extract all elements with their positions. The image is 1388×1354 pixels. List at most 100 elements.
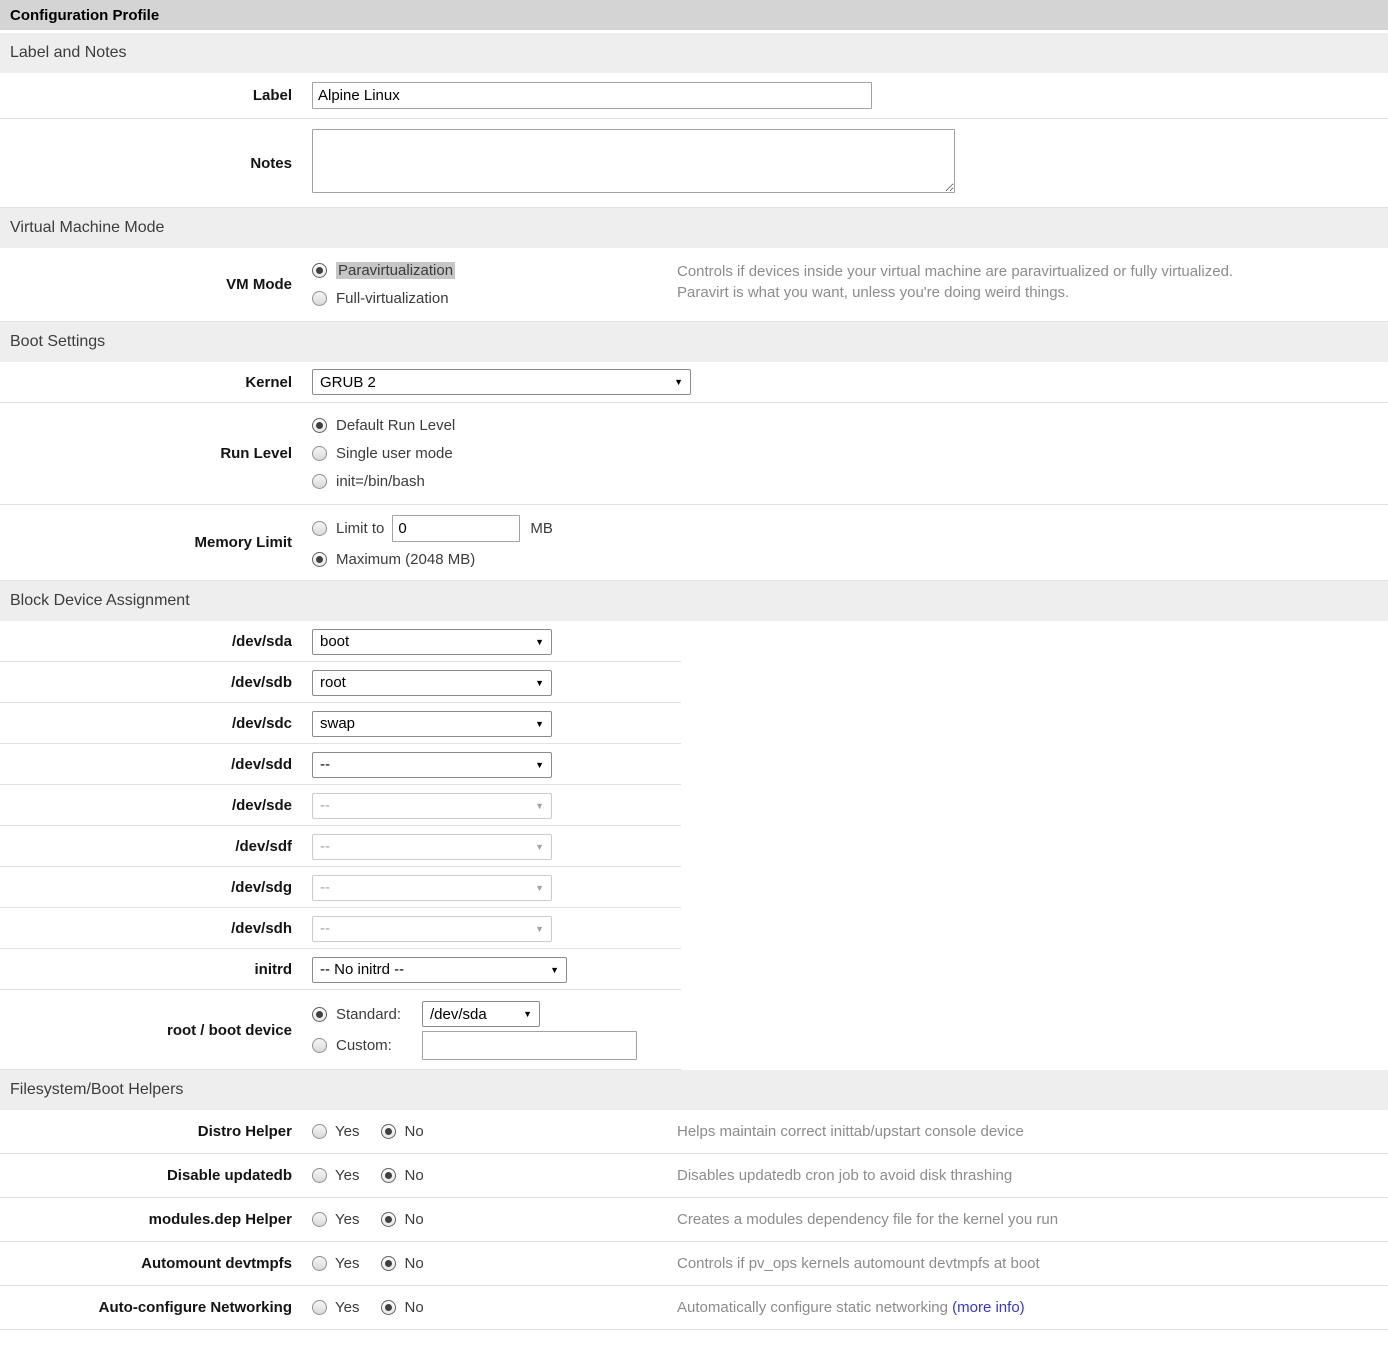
memory-limit-option-limit[interactable]: Limit to MB <box>312 512 553 546</box>
standard-device-select[interactable]: /dev/sda ▼ <box>422 1001 540 1027</box>
radio-label-no[interactable]: No <box>404 1211 423 1228</box>
radio-label[interactable]: Default Run Level <box>336 417 455 434</box>
radio-label-yes[interactable]: Yes <box>335 1123 359 1140</box>
radio-init-bin-bash[interactable] <box>312 474 327 489</box>
vm-mode-row: VM Mode Paravirtualization Full-virtuali… <box>0 248 1388 322</box>
radio-label-no[interactable]: No <box>404 1123 423 1140</box>
radio-yes[interactable] <box>312 1256 327 1271</box>
chevron-down-icon: ▼ <box>674 377 683 387</box>
device-select-sdc[interactable]: swap ▼ <box>312 711 552 737</box>
radio-yes[interactable] <box>312 1168 327 1183</box>
radio-no[interactable] <box>381 1212 396 1227</box>
run-level-label: Run Level <box>0 445 302 462</box>
radio-label[interactable]: Full-virtualization <box>336 290 449 307</box>
radio-label-yes[interactable]: Yes <box>335 1299 359 1316</box>
block-device-row-sde: /dev/sde -- ▼ <box>0 785 1388 826</box>
device-select-sde: -- ▼ <box>312 793 552 819</box>
run-level-option-default[interactable]: Default Run Level <box>312 412 677 440</box>
device-select-value: -- <box>320 797 330 814</box>
radio-label-yes[interactable]: Yes <box>335 1211 359 1228</box>
radio-label-no[interactable]: No <box>404 1167 423 1184</box>
chevron-down-icon: ▼ <box>523 1009 532 1019</box>
radio-no[interactable] <box>381 1124 396 1139</box>
device-select-sda[interactable]: boot ▼ <box>312 629 552 655</box>
vm-mode-option-full-virtualization[interactable]: Full-virtualization <box>312 285 677 313</box>
root-device-option-standard[interactable]: Standard: /dev/sda ▼ <box>312 999 637 1029</box>
device-label: /dev/sde <box>0 797 302 814</box>
radio-label[interactable]: Limit to <box>336 520 384 537</box>
radio-yes[interactable] <box>312 1212 327 1227</box>
label-input[interactable] <box>312 82 872 109</box>
kernel-select-value: GRUB 2 <box>320 374 376 391</box>
radio-full-virtualization[interactable] <box>312 291 327 306</box>
radio-no[interactable] <box>381 1256 396 1271</box>
helper-help-text: Helps maintain correct inittab/upstart c… <box>677 1121 1388 1142</box>
device-select-value: boot <box>320 633 349 650</box>
radio-label[interactable]: Maximum (2048 MB) <box>336 551 475 568</box>
section-label-and-notes: Label and Notes <box>0 33 1388 73</box>
chevron-down-icon: ▼ <box>535 719 544 729</box>
device-label: /dev/sdc <box>0 715 302 732</box>
run-level-option-single-user[interactable]: Single user mode <box>312 440 677 468</box>
radio-label[interactable]: Custom: <box>336 1037 422 1054</box>
radio-label-yes[interactable]: Yes <box>335 1167 359 1184</box>
root-device-option-custom[interactable]: Custom: <box>312 1029 637 1061</box>
radio-paravirtualization[interactable] <box>312 263 327 278</box>
kernel-select[interactable]: GRUB 2 ▼ <box>312 369 691 395</box>
custom-device-input[interactable] <box>422 1031 637 1060</box>
radio-label[interactable]: init=/bin/bash <box>336 473 425 490</box>
memory-limit-option-maximum[interactable]: Maximum (2048 MB) <box>312 546 553 574</box>
radio-standard[interactable] <box>312 1007 327 1022</box>
radio-label-yes[interactable]: Yes <box>335 1255 359 1272</box>
radio-single-user-mode[interactable] <box>312 446 327 461</box>
radio-label-no[interactable]: No <box>404 1299 423 1316</box>
chevron-down-icon: ▼ <box>535 801 544 811</box>
device-label: /dev/sda <box>0 633 302 650</box>
radio-no[interactable] <box>381 1168 396 1183</box>
block-device-row-sdd: /dev/sdd -- ▼ <box>0 744 1388 785</box>
radio-custom[interactable] <box>312 1038 327 1053</box>
memory-limit-input[interactable] <box>392 515 520 542</box>
page-title-bar: Configuration Profile <box>0 0 1388 33</box>
radio-limit-to[interactable] <box>312 521 327 536</box>
helper-row-automount-devtmpfs: Automount devtmpfs Yes No Controls if pv… <box>0 1242 1388 1286</box>
device-select-value: swap <box>320 715 355 732</box>
vm-mode-option-paravirtualization[interactable]: Paravirtualization <box>312 257 677 285</box>
initrd-select[interactable]: -- No initrd -- ▼ <box>312 957 567 983</box>
device-select-value: -- <box>320 879 330 896</box>
device-label: /dev/sdb <box>0 674 302 691</box>
section-block-device-assignment: Block Device Assignment <box>0 581 1388 621</box>
radio-yes[interactable] <box>312 1300 327 1315</box>
initrd-row: initrd -- No initrd -- ▼ <box>0 949 1388 990</box>
helper-row-distro-helper: Distro Helper Yes No Helps maintain corr… <box>0 1110 1388 1154</box>
radio-yes[interactable] <box>312 1124 327 1139</box>
helper-row-modules-dep: modules.dep Helper Yes No Creates a modu… <box>0 1198 1388 1242</box>
notes-textarea[interactable] <box>312 129 955 193</box>
helper-row-auto-configure-networking: Auto-configure Networking Yes No Automat… <box>0 1286 1388 1330</box>
radio-label-no[interactable]: No <box>404 1255 423 1272</box>
radio-maximum[interactable] <box>312 552 327 567</box>
section-filesystem-boot-helpers: Filesystem/Boot Helpers <box>0 1070 1388 1110</box>
initrd-select-value: -- No initrd -- <box>320 961 404 978</box>
device-select-sdh: -- ▼ <box>312 916 552 942</box>
radio-label[interactable]: Single user mode <box>336 445 453 462</box>
radio-label[interactable]: Standard: <box>336 1006 422 1023</box>
chevron-down-icon: ▼ <box>550 965 559 975</box>
device-label: /dev/sdf <box>0 838 302 855</box>
device-select-sdd[interactable]: -- ▼ <box>312 752 552 778</box>
radio-no[interactable] <box>381 1300 396 1315</box>
radio-default-run-level[interactable] <box>312 418 327 433</box>
helper-help-text: Controls if pv_ops kernels automount dev… <box>677 1253 1388 1274</box>
label-row: Label <box>0 73 1388 119</box>
radio-label[interactable]: Paravirtualization <box>336 262 455 279</box>
section-heading: Boot Settings <box>10 333 105 351</box>
helper-label: Auto-configure Networking <box>0 1299 302 1316</box>
more-info-link[interactable]: (more info) <box>952 1299 1025 1316</box>
device-select-sdb[interactable]: root ▼ <box>312 670 552 696</box>
device-select-value: root <box>320 674 346 691</box>
run-level-option-init-bash[interactable]: init=/bin/bash <box>312 468 677 496</box>
device-label: /dev/sdg <box>0 879 302 896</box>
section-virtual-machine-mode: Virtual Machine Mode <box>0 208 1388 248</box>
notes-row: Notes <box>0 119 1388 208</box>
chevron-down-icon: ▼ <box>535 883 544 893</box>
